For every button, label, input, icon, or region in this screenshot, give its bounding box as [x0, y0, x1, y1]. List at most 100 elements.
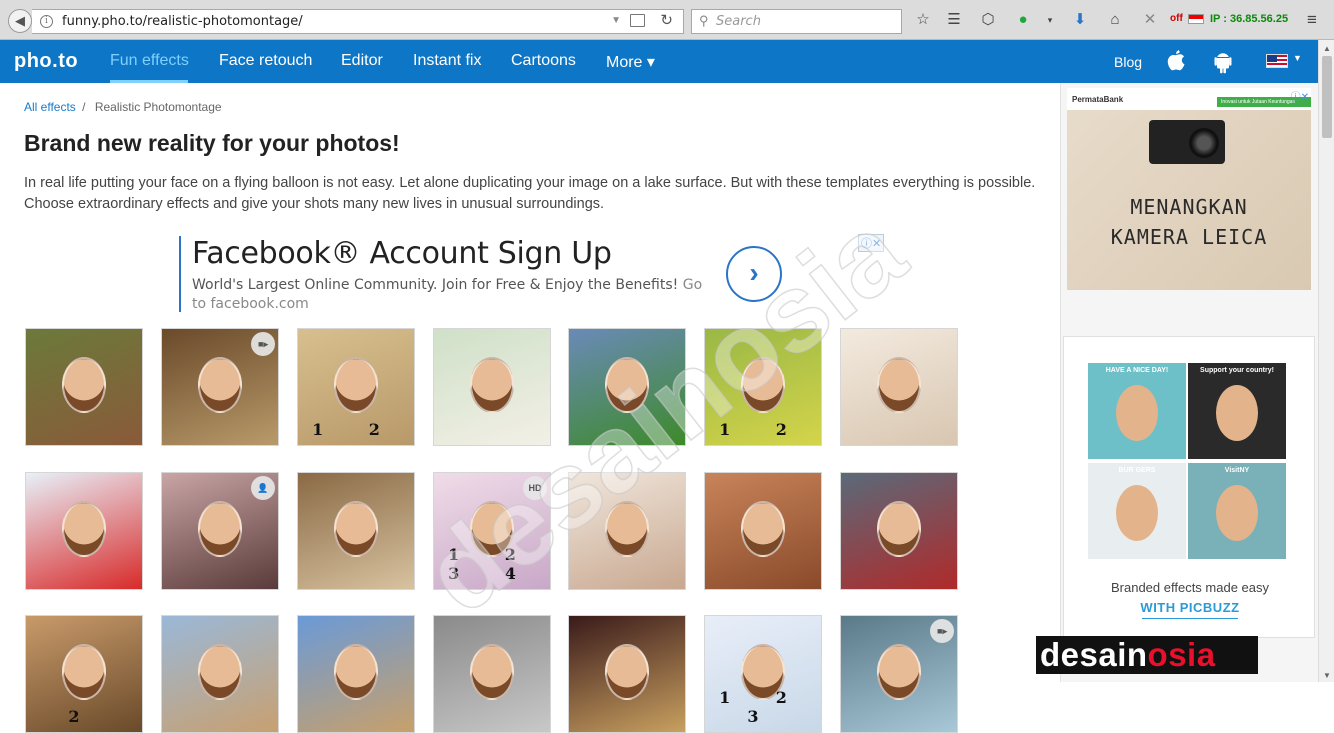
- picbuzz-tile-support-your-country[interactable]: Support your country!: [1188, 363, 1286, 459]
- tile-label: HAVE A NICE DAY!: [1105, 367, 1169, 374]
- reader-view-icon[interactable]: [630, 14, 645, 27]
- picbuzz-tile-statue-of-liberty[interactable]: VisitNY: [1188, 463, 1286, 559]
- url-bar[interactable]: i funny.pho.to/realistic-photomontage/ ▼…: [32, 9, 684, 34]
- us-flag-icon[interactable]: [1266, 54, 1288, 68]
- reading-list-icon[interactable]: ☰: [944, 10, 964, 30]
- effect-thumb-old-book[interactable]: ■▸: [161, 328, 279, 446]
- effect-thumb-london-bus[interactable]: [840, 472, 958, 590]
- effect-thumb-sand-heart[interactable]: 1 2: [297, 328, 415, 446]
- language-dropdown-icon[interactable]: ▼: [1293, 53, 1302, 63]
- effect-thumb-couple-frame[interactable]: 2: [25, 615, 143, 733]
- tile-label: Support your country!: [1200, 367, 1274, 374]
- tile-face: [1216, 385, 1258, 441]
- ad-arrow-button[interactable]: ›: [726, 246, 782, 302]
- nav-item-more[interactable]: More ▾: [606, 52, 655, 72]
- tile-label: VisitNY: [1224, 467, 1250, 474]
- effect-thumb-wooden-frame[interactable]: [161, 615, 279, 733]
- face-photo: [741, 357, 785, 413]
- face-photo: [877, 501, 921, 557]
- ad-title[interactable]: Facebook® Account Sign Up: [192, 236, 612, 271]
- nav-item-fun-effects[interactable]: Fun effects: [110, 52, 189, 70]
- whatsapp-icon[interactable]: ●: [1013, 10, 1033, 30]
- effect-thumb-vintage-frame[interactable]: [297, 472, 415, 590]
- effect-thumb-phone-selfie[interactable]: [433, 328, 551, 446]
- face-photo: [334, 644, 378, 700]
- picbuzz-link-underline: [1142, 618, 1238, 619]
- url-text[interactable]: funny.pho.to/realistic-photomontage/: [62, 14, 303, 29]
- effect-thumb-knit-heart[interactable]: [840, 328, 958, 446]
- person-badge-icon: 👤: [251, 476, 275, 500]
- back-arrow-icon[interactable]: ◀: [8, 9, 32, 33]
- ip-address: IP : 36.85.56.25: [1210, 13, 1289, 25]
- nav-item-editor[interactable]: Editor: [341, 52, 383, 70]
- effect-thumb-football-stadium[interactable]: [568, 328, 686, 446]
- nav-item-face-retouch[interactable]: Face retouch: [219, 52, 312, 70]
- picbuzz-tile-have-a-nice-day[interactable]: HAVE A NICE DAY!: [1088, 363, 1186, 459]
- search-input[interactable]: ⚲ Search: [691, 9, 902, 34]
- home-icon[interactable]: ⌂: [1105, 10, 1125, 30]
- leica-ad[interactable]: PermataBank Inovasi untuk Jutaan Keuntun…: [1067, 88, 1311, 290]
- tile-face: [1116, 385, 1158, 441]
- effect-thumb-scroll-roses[interactable]: [568, 615, 686, 733]
- scroll-down-icon[interactable]: ▼: [1323, 671, 1331, 680]
- tile-face: [1216, 485, 1258, 541]
- effect-thumb-wanted-poster[interactable]: [297, 615, 415, 733]
- star-icon[interactable]: ☆: [913, 10, 933, 30]
- ad-close-icon[interactable]: ⓘ✕: [1291, 88, 1309, 103]
- android-icon[interactable]: [1211, 48, 1235, 74]
- face-photo: [877, 357, 921, 413]
- scroll-thumb[interactable]: [1322, 56, 1332, 138]
- face-photo: [198, 501, 242, 557]
- breadcrumb: All effects / Realistic Photomontage: [24, 100, 222, 114]
- effect-thumb-waterfall[interactable]: ■▸: [840, 615, 958, 733]
- ad-body: World's Largest Online Community. Join f…: [192, 276, 712, 314]
- picbuzz-ad[interactable]: HAVE A NICE DAY! Support your country! BUR…: [1063, 336, 1315, 638]
- video-badge-icon: ■▸: [930, 619, 954, 643]
- reload-icon[interactable]: ↻: [660, 11, 673, 29]
- bank-logo: PermataBank: [1072, 95, 1124, 104]
- ad-headline: MENANGKAN KAMERA LEICA: [1110, 195, 1268, 249]
- breadcrumb-all-effects[interactable]: All effects: [24, 100, 76, 114]
- scrollbar[interactable]: ▲ ▼: [1318, 40, 1334, 682]
- site-logo[interactable]: pho.to: [14, 50, 78, 73]
- url-dropdown-icon[interactable]: ▼: [611, 15, 621, 26]
- ad-choices-icon[interactable]: ⓘ✕: [858, 234, 885, 252]
- nav-item-cartoons[interactable]: Cartoons: [511, 52, 576, 70]
- close-x-icon[interactable]: ✕: [1140, 10, 1160, 30]
- tile-face: [1116, 485, 1158, 541]
- vpn-off-label: off: [1170, 13, 1183, 24]
- nav-blog[interactable]: Blog: [1114, 54, 1142, 70]
- effect-thumb-photo-collage[interactable]: HD 1 2 3 4: [433, 472, 551, 590]
- search-placeholder: Search: [716, 14, 761, 29]
- info-icon[interactable]: i: [40, 15, 53, 28]
- picbuzz-link[interactable]: WITH PICBUZZ: [1064, 600, 1316, 615]
- download-icon[interactable]: ⬇: [1070, 10, 1090, 30]
- facebook-ad[interactable]: Facebook® Account Sign Up World's Larges…: [179, 234, 891, 314]
- effect-thumb-mirror-kaleidoscope[interactable]: [433, 615, 551, 733]
- apple-icon[interactable]: [1164, 48, 1188, 74]
- site-nav: pho.to Fun effects Face retouch Editor Inst…: [0, 40, 1318, 83]
- page-title: Brand new reality for your photos!: [24, 130, 400, 156]
- effect-thumb-coffee-cup[interactable]: [704, 472, 822, 590]
- picbuzz-tile-burgers[interactable]: BUR GERS: [1088, 463, 1186, 559]
- effect-thumb-graffiti-wall[interactable]: [25, 328, 143, 446]
- effect-thumb-birthday-balloon[interactable]: [25, 472, 143, 590]
- effect-thumb-flower-frame[interactable]: [568, 472, 686, 590]
- effect-thumb-kids-bubbles[interactable]: 1 2 3: [704, 615, 822, 733]
- face-photo: [62, 501, 106, 557]
- addon-dropdown-icon[interactable]: ▾: [1040, 10, 1060, 30]
- pocket-icon[interactable]: ⬡: [978, 10, 998, 30]
- face-photo: [741, 501, 785, 557]
- face-photo: [470, 357, 514, 413]
- face-photo: [62, 357, 106, 413]
- scroll-up-icon[interactable]: ▲: [1323, 44, 1331, 53]
- face-photo: [605, 644, 649, 700]
- effect-thumb-eye-reflection[interactable]: 👤: [161, 472, 279, 590]
- camera-image: [1149, 120, 1225, 164]
- nav-item-instant-fix[interactable]: Instant fix: [413, 52, 481, 70]
- sidebar: PermataBank Inovasi untuk Jutaan Keuntun…: [1060, 83, 1318, 682]
- hamburger-menu-icon[interactable]: ≡: [1302, 10, 1322, 30]
- brand-part1: desain: [1040, 636, 1148, 673]
- effect-thumb-clothesline-photos[interactable]: 1 2: [704, 328, 822, 446]
- indonesia-flag-icon: [1188, 14, 1204, 24]
